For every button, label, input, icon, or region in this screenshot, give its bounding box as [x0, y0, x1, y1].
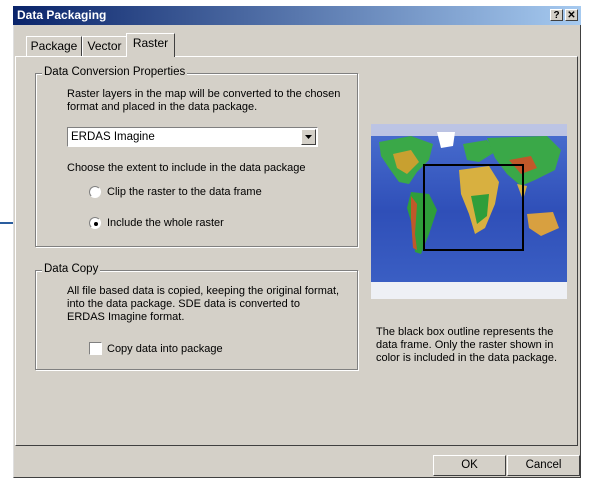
conversion-description-line-2: format and placed in the data package. [67, 101, 258, 113]
radio-selected-dot [94, 222, 98, 226]
window-title: Data Packaging [17, 8, 107, 22]
preview-caption-line-2: data frame. Only the raster shown in [376, 339, 554, 351]
cancel-button[interactable]: Cancel [507, 455, 580, 476]
conversion-description-line-1: Raster layers in the map will be convert… [67, 88, 341, 100]
tab-vector[interactable]: Vector [82, 36, 127, 56]
whole-raster-label[interactable]: Include the whole raster [107, 217, 224, 230]
dropdown-arrow-button[interactable] [301, 129, 316, 145]
preview-caption-line-3: color is included in the data package. [376, 352, 558, 364]
whole-raster-radio[interactable] [89, 217, 101, 229]
copy-legend: Data Copy [42, 263, 101, 275]
active-tab-joiner [127, 56, 174, 58]
clip-raster-label[interactable]: Clip the raster to the data frame [107, 186, 262, 199]
tab-package[interactable]: Package [26, 36, 82, 56]
arctic-ice [371, 124, 567, 136]
close-button[interactable]: ✕ [565, 9, 578, 21]
copy-description-line-1: All file based data is copied, keeping t… [67, 285, 340, 297]
clip-raster-radio[interactable] [89, 186, 101, 198]
copy-description-line-2: into the data package. SDE data is conve… [67, 298, 300, 310]
format-dropdown-value: ERDAS Imagine [71, 131, 155, 143]
copy-description-line-3: ERDAS Imagine format. [67, 311, 185, 323]
copy-data-checkbox[interactable] [89, 342, 102, 355]
raster-preview-map [371, 124, 567, 299]
preview-caption-line-1: The black box outline represents the [376, 326, 554, 338]
chevron-down-icon [305, 135, 312, 139]
antarctica [371, 282, 567, 299]
help-button[interactable]: ? [550, 9, 563, 21]
conversion-legend: Data Conversion Properties [42, 66, 188, 78]
extent-prompt: Choose the extent to include in the data… [67, 162, 306, 174]
tab-raster[interactable]: Raster [126, 33, 175, 57]
copy-data-label[interactable]: Copy data into package [107, 343, 223, 356]
ok-button[interactable]: OK [433, 455, 506, 476]
